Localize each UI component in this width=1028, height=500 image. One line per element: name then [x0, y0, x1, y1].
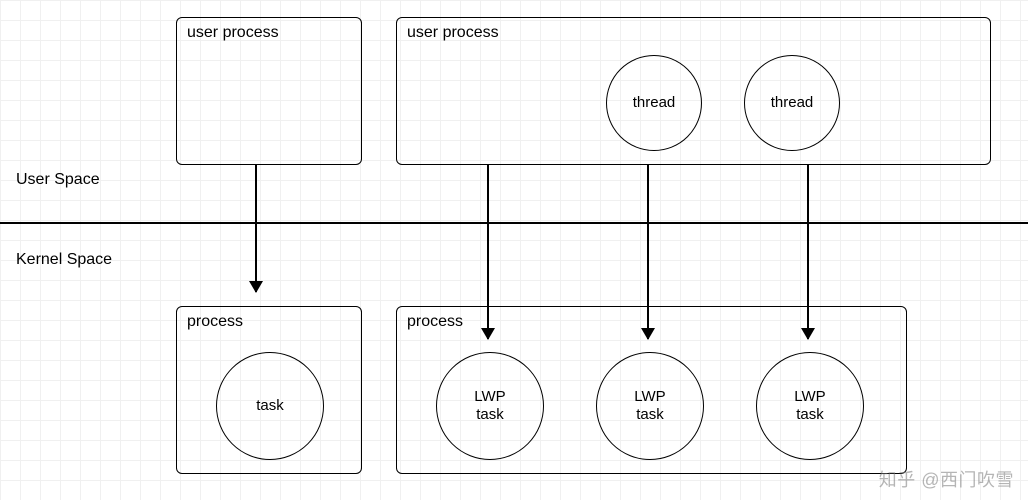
user-process-left-title: user process — [187, 24, 279, 42]
kernel-process-right-title: process — [407, 313, 463, 331]
user-process-box-left: user process — [176, 17, 362, 165]
user-process-right-title: user process — [407, 24, 499, 42]
kernel-process-box-left: process task — [176, 306, 362, 474]
user-process-box-right: user process thread thread — [396, 17, 991, 165]
kernel-process-left-title: process — [187, 313, 243, 331]
arrow-lwp-3 — [807, 165, 809, 339]
lwp-task-circle-2: LWP task — [596, 352, 704, 460]
thread-circle-1: thread — [606, 55, 702, 151]
task-circle: task — [216, 352, 324, 460]
user-space-label: User Space — [16, 171, 100, 189]
lwp-task-circle-1: LWP task — [436, 352, 544, 460]
arrow-left-process — [255, 165, 257, 292]
arrow-lwp-2 — [647, 165, 649, 339]
arrow-lwp-1 — [487, 165, 489, 339]
thread-circle-2: thread — [744, 55, 840, 151]
lwp-task-circle-3: LWP task — [756, 352, 864, 460]
kernel-space-label: Kernel Space — [16, 251, 112, 269]
space-divider — [0, 222, 1028, 224]
watermark: 知乎 @西门吹雪 — [879, 466, 1014, 492]
